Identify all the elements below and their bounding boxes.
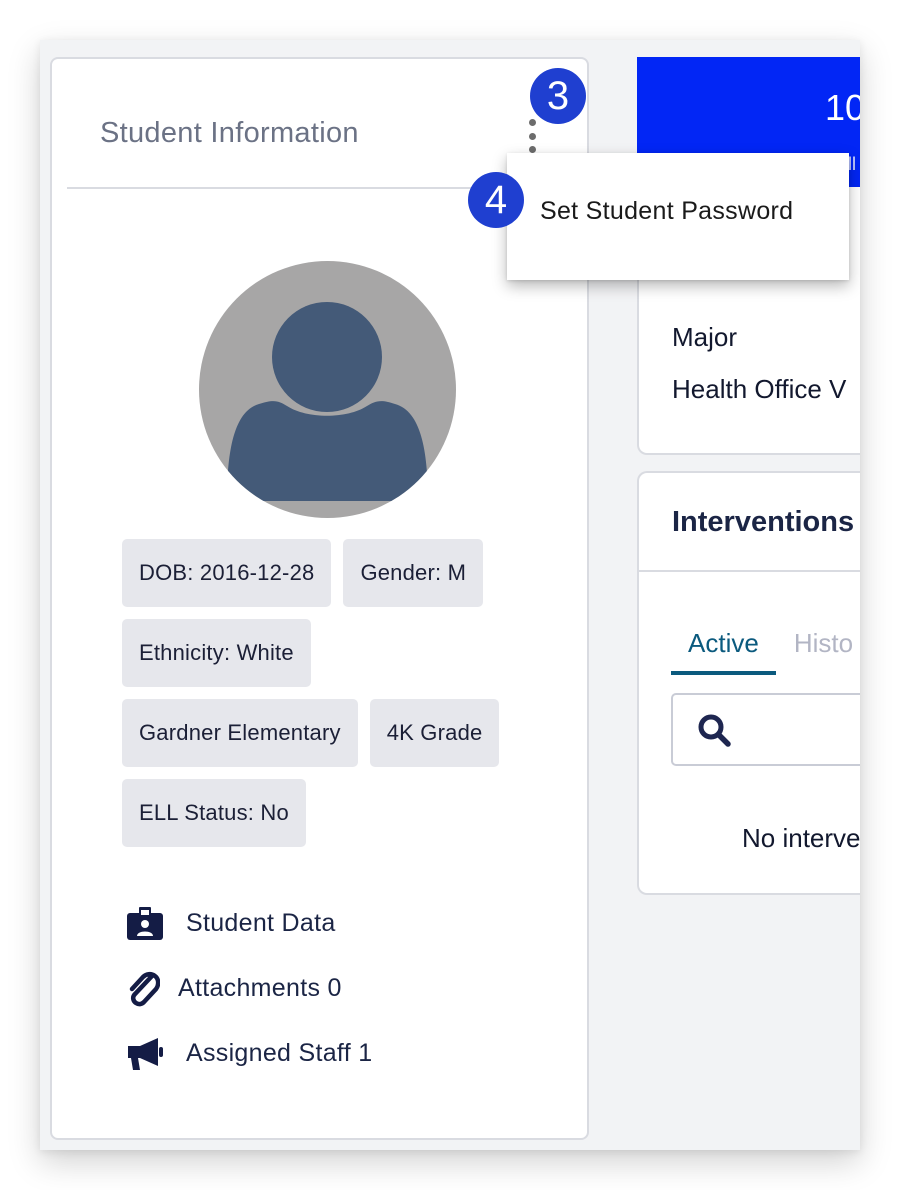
step-badge-3: 3 bbox=[530, 68, 586, 124]
kebab-vertical-icon bbox=[528, 119, 536, 126]
tab-active[interactable]: Active bbox=[671, 628, 776, 675]
gender-chip: Gender: M bbox=[343, 539, 484, 607]
link-label: Student Data bbox=[186, 909, 336, 937]
card-options-menu: Set Student Password bbox=[507, 153, 849, 280]
link-label: Attachments 0 bbox=[178, 974, 342, 1002]
interventions-search[interactable] bbox=[671, 693, 860, 766]
student-links: Student Data Attachments 0 Assigned Staf… bbox=[126, 891, 372, 1086]
grade-chip: 4K Grade bbox=[369, 699, 500, 767]
student-data-link[interactable]: Student Data bbox=[126, 891, 372, 956]
step-badge-4: 4 bbox=[468, 172, 524, 228]
banner-value: 10 bbox=[825, 87, 860, 128]
student-attribute-chips: DOB: 2016-12-28 Gender: M Ethnicity: Whi… bbox=[122, 539, 542, 859]
megaphone-icon bbox=[126, 1034, 166, 1074]
interventions-title: Interventions bbox=[672, 506, 855, 538]
link-label: Assigned Staff 1 bbox=[186, 1039, 373, 1067]
ell-status-chip: ELL Status: No bbox=[122, 779, 306, 847]
detail-line: Major bbox=[672, 322, 738, 352]
card-title: Student Information bbox=[100, 117, 359, 149]
menu-item-set-student-password[interactable]: Set Student Password bbox=[540, 197, 793, 226]
id-badge-icon bbox=[126, 904, 166, 944]
app-frame: Student Information DOB: 2016-12-28 Gend… bbox=[40, 40, 860, 1150]
search-icon bbox=[697, 713, 733, 749]
empty-state-text: No interve bbox=[742, 823, 860, 853]
kebab-menu-button[interactable] bbox=[525, 119, 539, 153]
ethnicity-chip: Ethnicity: White bbox=[122, 619, 311, 687]
default-user-avatar-icon bbox=[227, 302, 428, 501]
dob-chip: DOB: 2016-12-28 bbox=[122, 539, 332, 607]
header-divider bbox=[639, 570, 860, 572]
interventions-card: Interventions Active Histo No interve bbox=[637, 471, 860, 895]
paperclip-icon bbox=[126, 969, 166, 1009]
student-avatar bbox=[199, 261, 456, 518]
assigned-staff-link[interactable]: Assigned Staff 1 bbox=[126, 1021, 372, 1086]
interventions-tabs: Active Histo bbox=[671, 628, 860, 675]
attachments-link[interactable]: Attachments 0 bbox=[126, 956, 372, 1021]
detail-line: Health Office V bbox=[672, 374, 847, 404]
tab-history[interactable]: Histo bbox=[776, 628, 860, 675]
search-input[interactable] bbox=[743, 705, 860, 755]
school-chip: Gardner Elementary bbox=[122, 699, 358, 767]
